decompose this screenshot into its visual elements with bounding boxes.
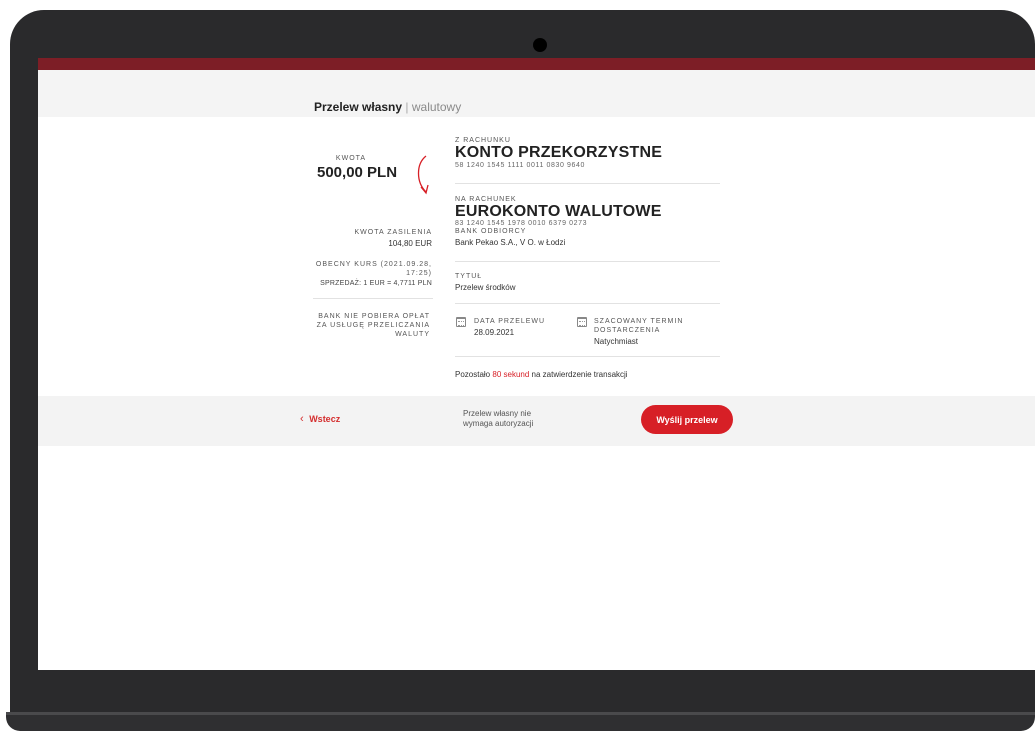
exchange-rate-label: OBECNY KURS (2021.09.28, 17:25) (315, 261, 432, 277)
exchange-rate-value: SPRZEDAŻ: 1 EUR = 4,7711 PLN (320, 280, 432, 287)
amount-label: KWOTA (335, 155, 367, 162)
page-title-separator: | (405, 100, 409, 114)
recipient-bank-value: Bank Pekao S.A., V O. w Łodzi (455, 238, 566, 247)
to-account-number: 83 1240 1545 1978 0010 6379 0273 (455, 220, 588, 227)
page-title: Przelew własny | walutowy (314, 100, 461, 114)
page-title-sub: walutowy (411, 100, 462, 114)
from-account-number: 58 1240 1545 1111 0011 0830 9640 (455, 162, 586, 169)
app-screen: Przelew własny | walutowy KWOTA 500,00 P… (38, 58, 1035, 670)
topup-label: KWOTA ZASILENIA (354, 229, 432, 236)
laptop-bottom-bezel (38, 670, 1035, 712)
page-title-main: Przelew własny (314, 100, 403, 114)
calendar-icon (456, 317, 466, 327)
delivery-label-line1: SZACOWANY TERMIN (594, 318, 684, 325)
left-divider (313, 298, 433, 299)
to-account-label: NA RACHUNEK (455, 196, 517, 203)
timer-message: Pozostało 80 sekund na zatwierdzenie tra… (455, 370, 628, 379)
divider-4 (455, 356, 720, 357)
from-account-name: KONTO PRZEKORZYSTNE (455, 144, 663, 161)
from-account-label: Z RACHUNKU (455, 137, 511, 144)
laptop-base-edge (6, 712, 1035, 715)
delivery-label-line2: DOSTARCZENIA (594, 327, 661, 334)
fee-note: BANK NIE POBIERA OPŁAT ZA USŁUGĘ PRZELIC… (316, 313, 430, 338)
amount-value: 500,00 PLN (317, 164, 398, 181)
back-button[interactable]: ‹ Wstecz (300, 413, 340, 425)
to-account-name: EUROKONTO WALUTOWE (455, 203, 662, 220)
calendar-icon (577, 317, 587, 327)
webcam (533, 38, 547, 52)
action-footer: ‹ Wstecz Przelew własny nie wymaga autor… (38, 396, 1035, 446)
curved-arrow-down-icon (417, 155, 429, 195)
title-value: Przelew środków (455, 283, 516, 292)
divider-2 (455, 261, 720, 262)
timer-prefix: Pozostało (455, 370, 491, 379)
transfer-date-value: 28.09.2021 (474, 328, 515, 337)
send-transfer-button[interactable]: Wyślij przelew (641, 405, 733, 434)
recipient-bank-label: BANK ODBIORCY (455, 228, 527, 235)
divider-1 (455, 183, 720, 184)
timer-seconds: 80 sekund (492, 370, 530, 379)
page-header: Przelew własny | walutowy (38, 70, 1035, 117)
transfer-date-label: DATA PRZELEWU (474, 318, 546, 325)
title-label: TYTUŁ (455, 273, 483, 280)
divider-3 (455, 303, 720, 304)
delivery-value: Natychmiast (594, 337, 639, 346)
chevron-left-icon: ‹ (300, 413, 304, 425)
topup-value: 104,80 EUR (388, 239, 432, 248)
authorization-note: Przelew własny nie wymaga autoryzacji (463, 409, 534, 428)
timer-suffix: na zatwierdzenie transakcji (531, 370, 628, 379)
top-bar (38, 58, 1035, 70)
back-button-label: Wstecz (309, 414, 341, 424)
